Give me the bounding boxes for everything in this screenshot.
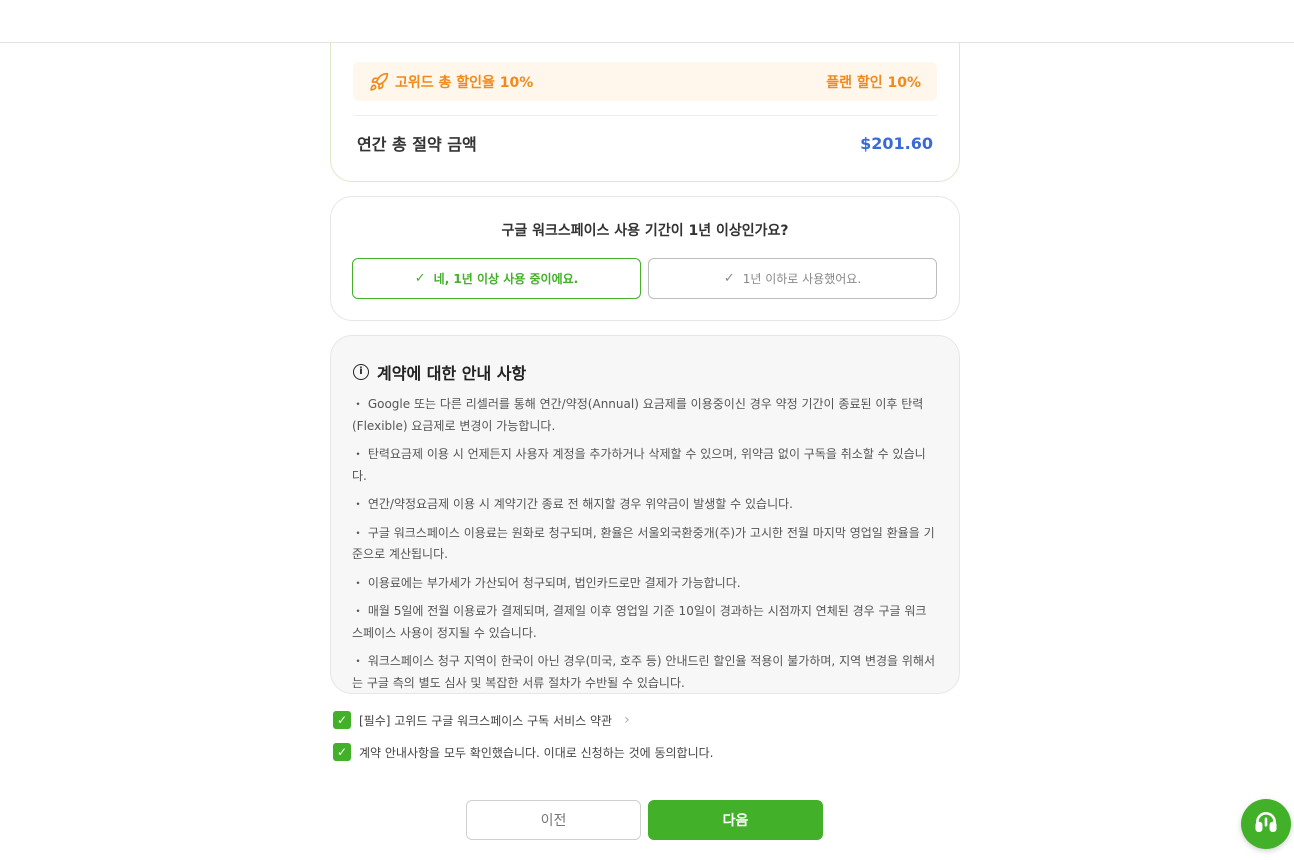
total-discount-label: 고위드 총 할인율 10% xyxy=(395,74,534,91)
confirm-checkbox[interactable]: ✓ xyxy=(333,743,351,761)
plan-discount-label: 플랜 할인 10% xyxy=(826,74,921,91)
option-under-one-year[interactable]: ✓ 1년 이하로 사용했어요. xyxy=(648,258,937,299)
info-icon: i xyxy=(353,364,369,380)
option-over-one-year[interactable]: ✓ 네, 1년 이상 사용 중이에요. xyxy=(352,258,641,299)
rocket-icon xyxy=(369,72,389,92)
notice-item: ・ 워크스페이스 청구 지역이 한국이 아닌 경우(미국, 호주 등) 안내드린… xyxy=(352,654,936,690)
support-chat-button[interactable] xyxy=(1241,799,1291,849)
notice-list: ・ Google 또는 다른 리셀러를 통해 연간/약정(Annual) 요금제… xyxy=(352,394,936,701)
notice-title: 계약에 대한 안내 사항 xyxy=(377,364,527,383)
confirm-agreement-row[interactable]: ✓ 계약 안내사항을 모두 확인했습니다. 이대로 신청하는 것에 동의합니다. xyxy=(333,743,714,761)
annual-saving-label: 연간 총 절약 금액 xyxy=(357,135,477,154)
check-icon: ✓ xyxy=(723,271,735,286)
chevron-right-icon[interactable]: › xyxy=(624,712,630,728)
top-header-bar xyxy=(0,0,1294,43)
usage-period-card: 구글 워크스페이스 사용 기간이 1년 이상인가요? ✓ 네, 1년 이상 사용… xyxy=(330,196,960,321)
notice-item: ・ Google 또는 다른 리셀러를 통해 연간/약정(Annual) 요금제… xyxy=(352,397,924,433)
annual-saving-value: $201.60 xyxy=(860,133,933,153)
option-under-one-year-label: 1년 이하로 사용했어요. xyxy=(742,272,862,286)
notice-item: ・ 탄력요금제 이용 시 언제든지 사용자 계정을 추가하거나 삭제할 수 있으… xyxy=(352,447,926,483)
notice-item: ・ 구글 워크스페이스 이용료는 원화로 청구되며, 환율은 서울외국환중개(주… xyxy=(352,525,935,562)
check-icon: ✓ xyxy=(414,271,426,286)
terms-agreement-label[interactable]: [필수] 고위드 구글 워크스페이스 구독 서비스 약관 xyxy=(359,712,612,729)
terms-checkbox[interactable]: ✓ xyxy=(333,711,351,729)
discount-left: 고위드 총 할인율 10% xyxy=(369,72,533,92)
confirm-agreement-label: 계약 안내사항을 모두 확인했습니다. 이대로 신청하는 것에 동의합니다. xyxy=(359,745,714,760)
option-over-one-year-label: 네, 1년 이상 사용 중이에요. xyxy=(433,272,579,286)
notice-header: i 계약에 대한 안내 사항 xyxy=(353,360,526,384)
usage-period-question: 구글 워크스페이스 사용 기간이 1년 이상인가요? xyxy=(501,223,789,239)
divider xyxy=(353,115,937,116)
discount-banner: 고위드 총 할인율 10% 플랜 할인 10% xyxy=(353,62,937,101)
contract-notice-card: i 계약에 대한 안내 사항 ・ Google 또는 다른 리셀러를 통해 연간… xyxy=(330,335,960,694)
headset-icon xyxy=(1253,809,1279,839)
notice-item: ・ 이용료에는 부가세가 가산되어 청구되며, 법인카드로만 결제가 가능합니다… xyxy=(352,575,741,590)
terms-agreement-row[interactable]: ✓ [필수] 고위드 구글 워크스페이스 구독 서비스 약관 › xyxy=(333,711,630,729)
notice-item: ・ 매월 5일에 전월 이용료가 결제되며, 결제일 이후 영업일 기준 10일… xyxy=(352,604,927,640)
prev-button[interactable]: 이전 xyxy=(466,800,641,840)
next-button[interactable]: 다음 xyxy=(648,800,823,840)
annual-saving-row: 연간 총 절약 금액 $201.60 xyxy=(357,131,933,155)
notice-item: ・ 연간/약정요금제 이용 시 계약기간 종료 전 해지할 경우 위약금이 발생… xyxy=(352,497,793,511)
